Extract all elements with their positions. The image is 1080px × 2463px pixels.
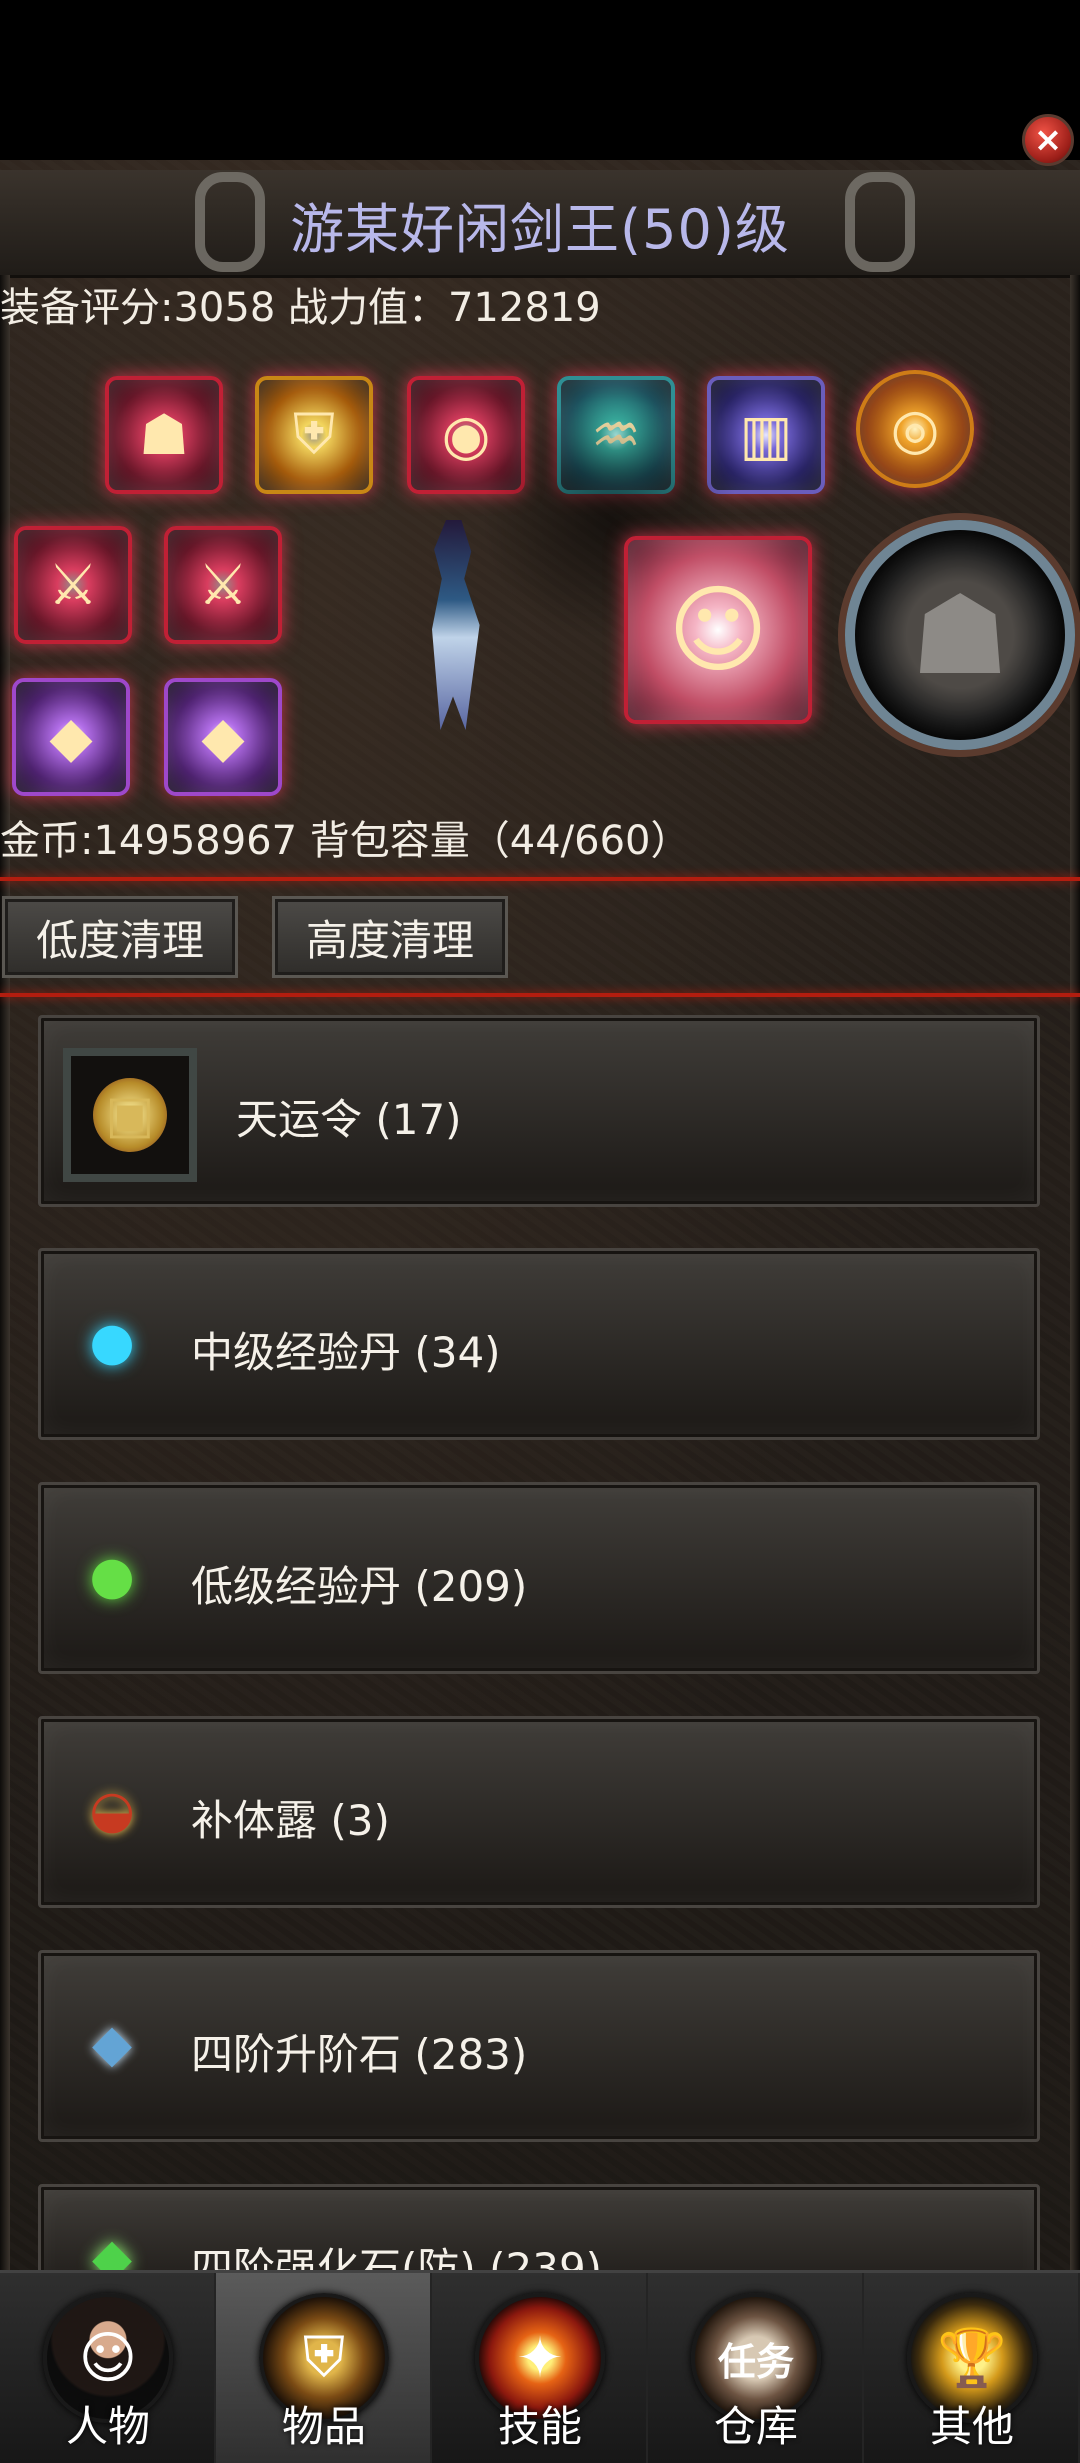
token-icon-box: ▣ (63, 1048, 197, 1182)
close-icon: × (1033, 120, 1063, 160)
tab-warehouse[interactable]: 任务 仓库 (648, 2273, 864, 2463)
list-item[interactable]: ◆ 四阶升阶石 (283) (38, 1950, 1040, 2142)
equipment-slot-armor[interactable]: ⛨ (255, 376, 373, 494)
armor-icon: ⛨ (293, 402, 335, 467)
tab-items[interactable]: ⛨ 物品 (216, 2273, 432, 2463)
belt-icon: ◆ (49, 704, 93, 770)
pet-icon: ☺ (667, 574, 769, 686)
item-name: 补体露 (3) (191, 1796, 390, 1845)
character-title: 游某好闲剑王(50)级 (290, 198, 790, 261)
equipment-slot-helmet[interactable]: ☗ (105, 376, 223, 494)
pet-slot[interactable]: ☺ (624, 536, 812, 724)
bottom-navigation: ☺ 人物 ⛨ 物品 ✦ 技能 任务 仓库 🏆 其他 (0, 2270, 1080, 2463)
gourd-icon: ◒ (89, 1780, 135, 1840)
left-frame (0, 275, 10, 2275)
token-icon: ▣ (93, 1078, 167, 1152)
gold-and-bag-capacity: 金币:14958967 背包容量（44/660） (0, 818, 691, 864)
equipment-slot-sword-left[interactable]: ⚔ (14, 526, 132, 644)
helmet-icon: ☗ (138, 402, 190, 468)
belt-icon: ◆ (201, 704, 245, 770)
tab-character[interactable]: ☺ 人物 (0, 2273, 216, 2463)
low-clean-button[interactable]: 低度清理 (2, 896, 238, 978)
upper-divider (0, 877, 1080, 881)
tab-other[interactable]: 🏆 其他 (864, 2273, 1080, 2463)
ring-icon: ◎ (890, 396, 940, 462)
item-name: 中级经验丹 (34) (191, 1328, 501, 1377)
tab-label: 其他 (929, 2402, 1014, 2451)
close-button[interactable]: × (1022, 114, 1074, 166)
list-item[interactable]: ▣ 天运令 (17) (38, 1015, 1040, 1207)
green-orb-icon: ● (89, 1546, 135, 1606)
equipment-slot-sword-right[interactable]: ⚔ (164, 526, 282, 644)
item-name: 四阶升阶石 (283) (191, 2030, 528, 2079)
list-item[interactable]: ◒ 补体露 (3) (38, 1716, 1040, 1908)
tab-label: 技能 (497, 2402, 582, 2451)
tab-label: 仓库 (713, 2402, 798, 2451)
equipment-slot-belt-right[interactable]: ◆ (164, 678, 282, 796)
boots-icon: ▥ (739, 402, 793, 468)
list-item[interactable]: ● 中级经验丹 (34) (38, 1248, 1040, 1440)
sword-icon: ⚔ (47, 552, 99, 618)
equipment-stats: 装备评分:3058 战力值：712819 (0, 285, 601, 331)
blue-crystal-icon: ◆ (92, 2014, 132, 2074)
right-frame (1070, 275, 1080, 2275)
tab-label: 人物 (65, 2402, 150, 2451)
blue-orb-icon: ● (89, 1312, 135, 1372)
mount-slot[interactable]: ☗ (845, 520, 1075, 750)
lower-divider (0, 993, 1080, 997)
tab-skills[interactable]: ✦ 技能 (432, 2273, 648, 2463)
high-clean-button[interactable]: 高度清理 (272, 896, 508, 978)
list-item[interactable]: ● 低级经验丹 (209) (38, 1482, 1040, 1674)
item-name: 天运令 (17) (236, 1095, 462, 1144)
amulet-icon: ◉ (441, 402, 491, 468)
equipment-slot-ring[interactable]: ◎ (856, 370, 974, 488)
equipment-slot-belt-left[interactable]: ◆ (12, 678, 130, 796)
sword-icon: ⚔ (197, 552, 249, 618)
item-name: 低级经验丹 (209) (191, 1562, 528, 1611)
tab-label: 物品 (281, 2402, 366, 2451)
tiger-icon: ☗ (910, 571, 1010, 699)
